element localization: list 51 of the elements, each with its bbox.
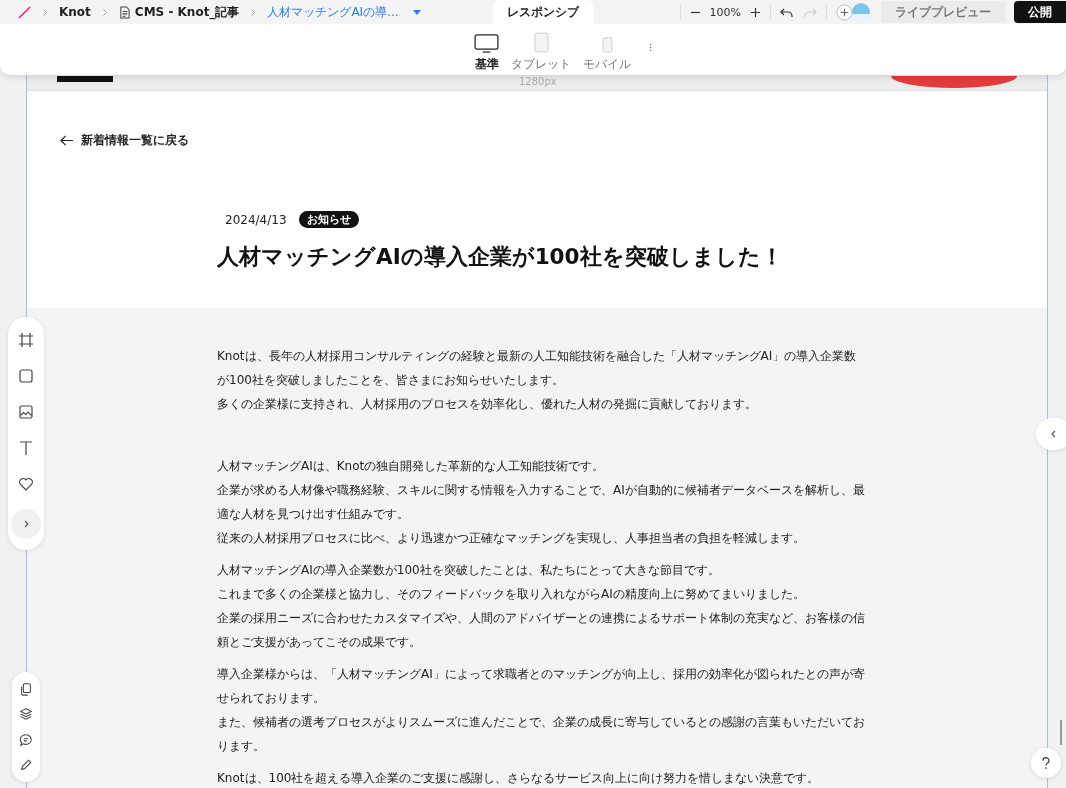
body-text: 従来の人材採用プロセスに比べ、より迅速かつ正確なマッチングを実現し、人事担当者の負担を軽減します。 bbox=[217, 530, 806, 547]
body-text: Knotは、100社を超える導入企業のご支援に感謝し、さらなるサービス向上に向け努力を惜しまない決意です。 bbox=[217, 770, 821, 787]
chevron-icon bbox=[101, 7, 108, 17]
body-text: 多くの企業様に支持され、人材採用のプロセスを効率化し、優れた人材の発掘に貢献しております。 bbox=[217, 396, 758, 413]
add-user-icon[interactable] bbox=[836, 3, 853, 21]
desktop-icon bbox=[474, 34, 499, 53]
undo-icon[interactable] bbox=[780, 6, 794, 18]
canvas-width-label: 1280px bbox=[519, 76, 557, 87]
publish-button[interactable]: 公開 bbox=[1014, 1, 1066, 23]
caret-icon bbox=[412, 9, 421, 15]
question-icon bbox=[1041, 756, 1051, 770]
device-tab[interactable]: 基準 bbox=[474, 34, 499, 73]
article-title: 人材マッチングAIの導入企業が100社を突破しました！ bbox=[217, 243, 784, 271]
frame-icon[interactable] bbox=[18, 332, 34, 348]
pencil-icon[interactable] bbox=[19, 758, 33, 773]
layers-icon[interactable] bbox=[19, 707, 33, 722]
zoom-in-icon[interactable] bbox=[750, 6, 761, 18]
breadcrumb-link[interactable]: CMS - Knot_記事 bbox=[134, 3, 240, 21]
body-text: また、候補者の選考プロセスがよりスムーズに進んだことで、企業の成長に寄与しているとの感謝の言葉もいただいております。 bbox=[217, 714, 866, 755]
preview-button[interactable]: ライブプレビュー bbox=[881, 1, 1005, 23]
document-icon bbox=[118, 5, 130, 19]
scrollbar-thumb[interactable] bbox=[1060, 720, 1062, 745]
category-tag: お知らせ bbox=[298, 211, 359, 228]
body-text: 企業が求める人材像や職務経験、スキルに関する情報を入力することで、AIが自動的に候補者データベースを解析し、最適な人材を見つけ出す仕組みです。 bbox=[217, 482, 866, 523]
text-icon[interactable] bbox=[18, 440, 34, 456]
pages-icon[interactable] bbox=[19, 681, 33, 696]
chevron-icon bbox=[42, 7, 48, 17]
mobile-icon bbox=[601, 37, 613, 53]
back-link[interactable]: 新着情報一覧に戻る bbox=[60, 133, 189, 148]
rectangle-icon[interactable] bbox=[18, 368, 34, 384]
device-tab[interactable]: モバイル bbox=[583, 37, 631, 73]
page-dropdown[interactable]: 人材マッチングAIの導... bbox=[267, 3, 421, 21]
body-text: Knotは、長年の人材採用コンサルティングの経験と最新の人工知能技術を融合した「人材マッチングAI」の導入企業数が100社を突破しましたことを、皆さまにお知らせいたします。 bbox=[217, 348, 858, 389]
logo-drawing bbox=[57, 76, 113, 82]
tablet-icon bbox=[533, 32, 549, 53]
back-arrow-icon bbox=[60, 135, 73, 146]
logo-icon[interactable] bbox=[18, 5, 31, 19]
article-date: 2024/4/13 bbox=[225, 212, 287, 227]
body-text: 人材マッチングAIは、Knotの独自開発した革新的な人工知能技術です。 bbox=[217, 458, 606, 475]
comment-icon[interactable] bbox=[19, 732, 33, 747]
responsive-tab[interactable]: レスポンシブ bbox=[493, 0, 593, 24]
body-text: 人材マッチングAIの導入企業数が100社を突破したことは、私たちにとって大きな節目です。 bbox=[217, 562, 721, 579]
zoom-level: 100% bbox=[709, 5, 741, 19]
body-text: これまで多くの企業様と協力し、そのフィードバックを取り入れながらAIの精度向上に努めてまいりました。 bbox=[217, 586, 806, 603]
device-tab[interactable]: タブレット bbox=[511, 32, 571, 73]
image-icon[interactable] bbox=[18, 404, 34, 420]
body-text: 導入企業様からは、「人材マッチングAI」によって求職者とのマッチングが向上し、採用の効率化が図られたとの声が寄せられております。 bbox=[217, 666, 866, 707]
body-text: 企業の採用ニーズに合わせたカスタマイズや、人間のアドバイザーとの連携によるサポート体制の充実など、お客様の信頼とご支援があってこその成果です。 bbox=[217, 610, 866, 651]
breadcrumb-link[interactable]: Knot bbox=[59, 5, 91, 19]
heart-icon[interactable] bbox=[18, 476, 34, 492]
chevron-icon bbox=[250, 7, 257, 17]
